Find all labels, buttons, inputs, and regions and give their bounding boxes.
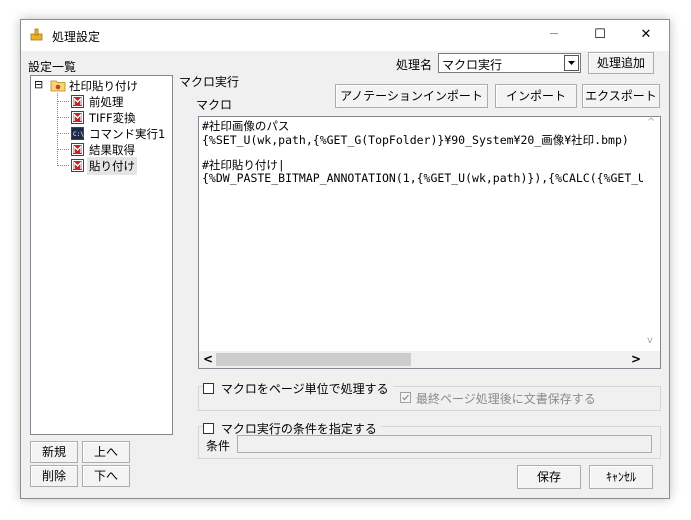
scroll-thumb[interactable] <box>216 353 411 366</box>
title-bar[interactable]: 処理設定 ─ ☐ ✕ <box>21 20 669 51</box>
add-process-button[interactable]: 処理追加 <box>588 52 654 74</box>
horizontal-scrollbar[interactable]: < > <box>199 351 644 368</box>
down-button[interactable]: 下へ <box>82 465 130 487</box>
macro-editor[interactable]: #社印画像のパス {%SET_U(wk,path,{%GET_G(TopFold… <box>198 116 661 369</box>
settings-tree[interactable]: ⊟ 社印貼り付け 前処理 TIFF変換 C:\ コマンド実行1 結果取得 貼り付… <box>30 75 173 435</box>
delete-button[interactable]: 削除 <box>30 465 78 487</box>
code-line: {%DW_PASTE_BITMAP_ANNOTATION(1,{%GET_U(w… <box>202 171 646 185</box>
scroll-up-icon[interactable]: ^ <box>647 117 655 128</box>
condition-label: 条件 <box>206 439 231 453</box>
vertical-scrollbar[interactable]: ^ v <box>643 117 660 351</box>
annotation-import-button[interactable]: アノテーションインポート <box>335 84 488 108</box>
condition-input[interactable] <box>237 435 652 453</box>
settings-list-label: 設定一覧 <box>28 60 77 74</box>
scroll-right-icon[interactable]: > <box>631 352 641 366</box>
process-name-label: 処理名 <box>396 58 433 72</box>
svg-text:C:\: C:\ <box>73 131 84 138</box>
tree-item-result[interactable]: 結果取得 <box>89 142 135 158</box>
save-button[interactable]: 保存 <box>517 465 581 489</box>
tree-item-preprocess[interactable]: 前処理 <box>89 94 124 110</box>
process-name-value: マクロ実行 <box>442 58 503 72</box>
minimize-button[interactable]: ─ <box>531 20 577 51</box>
settings-window: 処理設定 ─ ☐ ✕ 設定一覧 ⊟ 社印貼り付け 前処理 TIFF変換 C:\ … <box>20 19 670 499</box>
check-icon <box>402 394 410 401</box>
up-button[interactable]: 上へ <box>82 441 130 463</box>
dropdown-arrow-icon[interactable] <box>564 55 579 71</box>
tree-root-item[interactable]: 社印貼り付け <box>69 78 138 94</box>
new-button[interactable]: 新規 <box>30 441 78 463</box>
condition-checkbox[interactable] <box>203 423 214 434</box>
tree-item-paste[interactable]: 貼り付け <box>87 157 137 175</box>
command-icon: C:\ <box>71 127 84 140</box>
import-button[interactable]: インポート <box>495 84 577 108</box>
maximize-button[interactable]: ☐ <box>577 20 623 51</box>
page-unit-label: マクロをページ単位で処理する <box>220 382 389 396</box>
macro-doc-icon <box>71 143 84 156</box>
macro-doc-icon <box>71 159 84 172</box>
tree-item-command[interactable]: コマンド実行1 <box>89 126 165 142</box>
save-after-last-checkbox[interactable] <box>400 392 411 403</box>
process-name-select[interactable]: マクロ実行 <box>438 53 581 73</box>
app-icon <box>30 28 43 41</box>
save-after-last-label: 最終ページ処理後に文書保存する <box>416 392 596 406</box>
scroll-down-icon[interactable]: v <box>647 335 653 346</box>
macro-label: マクロ <box>196 98 233 112</box>
page-unit-checkbox[interactable] <box>203 383 214 394</box>
folder-icon <box>50 80 66 92</box>
macro-doc-icon <box>71 111 84 124</box>
close-button[interactable]: ✕ <box>623 20 669 51</box>
scroll-left-icon[interactable]: < <box>203 352 213 366</box>
macro-doc-icon <box>71 95 84 108</box>
condition-checkbox-label: マクロ実行の条件を指定する <box>220 422 377 436</box>
tree-item-tiff[interactable]: TIFF変換 <box>89 110 136 126</box>
cancel-button[interactable]: ｷｬﾝｾﾙ <box>589 465 653 489</box>
export-button[interactable]: エクスポート <box>582 84 660 108</box>
code-line: {%SET_U(wk,path,{%GET_G(TopFolder)}¥90_S… <box>202 133 629 147</box>
tree-collapse-icon[interactable]: ⊟ <box>34 78 43 91</box>
window-title: 処理設定 <box>52 30 101 44</box>
macro-exec-section-label: マクロ実行 <box>179 75 240 89</box>
